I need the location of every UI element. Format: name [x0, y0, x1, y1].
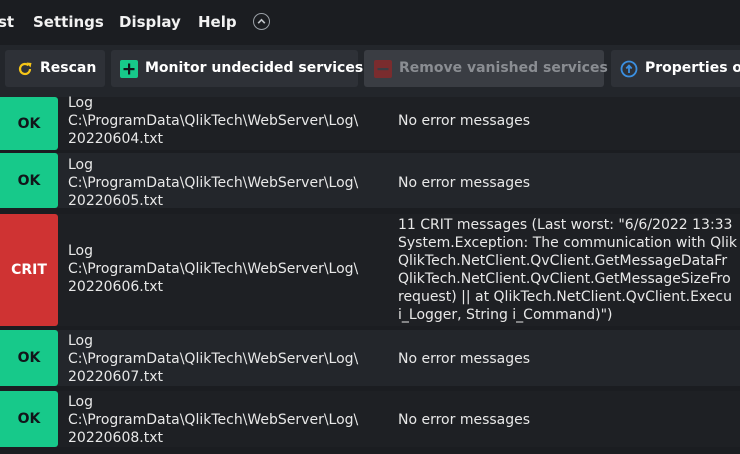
table-row[interactable]: OK Log C:\ProgramData\QlikTech\WebServer…: [0, 391, 740, 447]
properties-button[interactable]: Properties of: [611, 50, 740, 87]
monitor-undecided-button[interactable]: Monitor undecided services: [111, 50, 363, 87]
collapse-menu-button[interactable]: [253, 13, 270, 30]
service-path: Log C:\ProgramData\QlikTech\WebServer\Lo…: [68, 333, 359, 385]
add-icon: [120, 60, 138, 78]
properties-label: Properties of: [645, 60, 740, 76]
remove-vanished-label: Remove vanished services: [399, 60, 608, 76]
table-row[interactable]: OK Log C:\ProgramData\QlikTech\WebServer…: [0, 95, 740, 150]
remove-vanished-button[interactable]: Remove vanished services: [364, 50, 608, 87]
rescan-button[interactable]: Rescan: [5, 50, 105, 87]
service-message: No error messages: [398, 175, 531, 191]
refresh-icon: [18, 62, 32, 76]
status-badge: OK: [0, 153, 58, 208]
service-message: No error messages: [398, 113, 531, 129]
table-row[interactable]: OK Log C:\ProgramData\QlikTech\WebServer…: [0, 330, 740, 386]
status-badge: OK: [0, 330, 58, 386]
service-message: No error messages: [398, 351, 531, 367]
menu-item-display[interactable]: Display: [119, 13, 181, 31]
service-path: Log C:\ProgramData\QlikTech\WebServer\Lo…: [68, 394, 359, 446]
menu-item-settings[interactable]: Settings: [33, 13, 104, 31]
menu-item-help[interactable]: Help: [198, 13, 237, 31]
status-badge: OK: [0, 391, 58, 447]
toolbar: Rescan Monitor undecided services Remove…: [0, 45, 740, 97]
service-message: No error messages: [398, 412, 531, 428]
status-badge: OK: [0, 97, 58, 150]
service-path: Log C:\ProgramData\QlikTech\WebServer\Lo…: [68, 157, 359, 209]
service-message: 11 CRIT messages (Last worst: "6/6/2022 …: [398, 217, 737, 323]
menu-bar: st Settings Display Help: [0, 0, 740, 45]
table-row[interactable]: CRIT Log C:\ProgramData\QlikTech\WebServ…: [0, 214, 740, 326]
table-row[interactable]: OK Log C:\ProgramData\QlikTech\WebServer…: [0, 153, 740, 209]
info-icon: [620, 60, 638, 78]
monitor-undecided-label: Monitor undecided services: [145, 60, 364, 76]
remove-icon: [374, 60, 392, 78]
service-path: Log C:\ProgramData\QlikTech\WebServer\Lo…: [68, 95, 359, 147]
status-badge: CRIT: [0, 214, 58, 326]
service-path: Log C:\ProgramData\QlikTech\WebServer\Lo…: [68, 243, 359, 295]
menu-item-partial[interactable]: st: [0, 13, 14, 31]
chevron-up-icon: [257, 18, 266, 24]
rescan-label: Rescan: [40, 60, 97, 76]
